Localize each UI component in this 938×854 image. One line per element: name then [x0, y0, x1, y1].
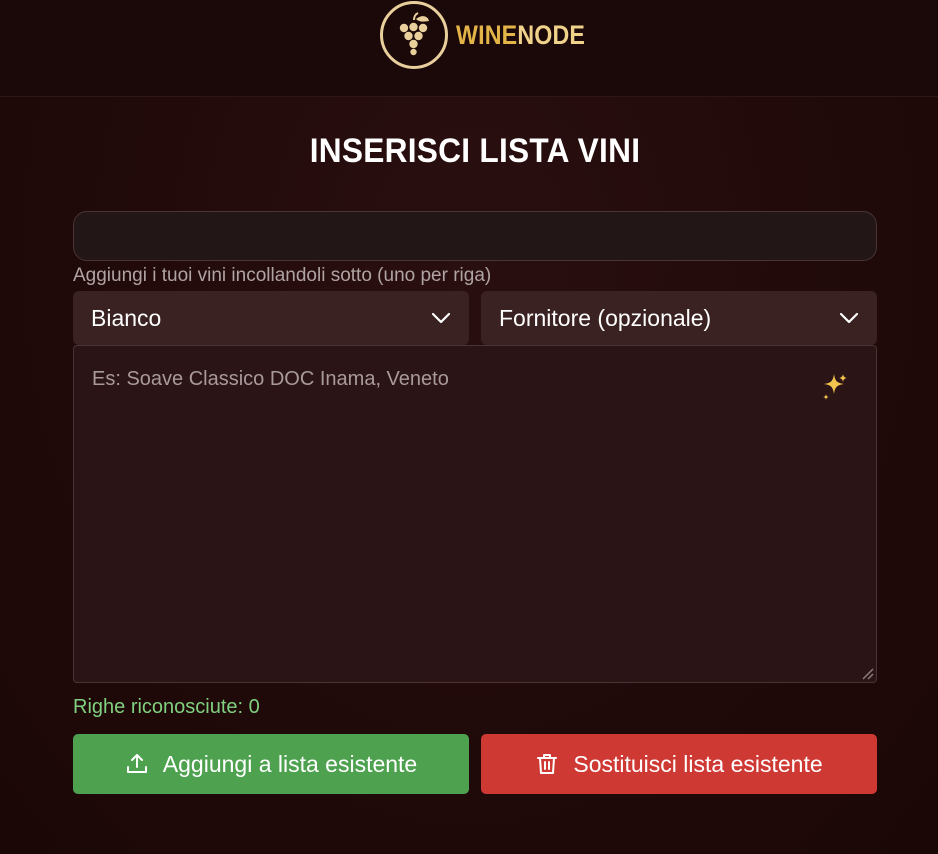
recognized-lines-count: Righe riconosciute: 0 — [73, 696, 260, 718]
resize-handle-icon[interactable] — [860, 666, 874, 680]
sparkle-icon[interactable] — [820, 370, 850, 404]
wines-textarea[interactable] — [74, 346, 876, 682]
paste-hint: Aggiungi i tuoi vini incollandoli sotto … — [73, 265, 492, 286]
brand-name-part2: NODE — [517, 19, 586, 50]
top-header: WINENODE — [0, 0, 938, 97]
replace-button-label: Sostituisci lista esistente — [573, 750, 823, 777]
brand-name-part1: WINE — [456, 19, 518, 50]
brand-logo[interactable]: WINENODE — [380, 0, 606, 70]
upload-icon — [125, 752, 149, 776]
chevron-down-icon — [839, 308, 859, 328]
replace-list-button[interactable]: Sostituisci lista esistente — [481, 734, 877, 794]
supplier-select[interactable]: Fornitore (opzionale) — [481, 291, 877, 345]
grapes-icon — [380, 0, 448, 69]
add-button-label: Aggiungi a lista esistente — [162, 750, 418, 777]
trash-icon — [535, 752, 559, 776]
list-name-input[interactable] — [73, 211, 877, 261]
supplier-value: Fornitore (opzionale) — [499, 304, 712, 331]
wine-type-select[interactable]: Bianco — [73, 291, 469, 345]
chevron-down-icon — [431, 308, 451, 328]
brand-name: WINENODE — [456, 20, 585, 51]
add-to-existing-list-button[interactable]: Aggiungi a lista esistente — [73, 734, 469, 794]
wine-type-value: Bianco — [91, 304, 162, 331]
page-title: INSERISCI LISTA VINI — [309, 132, 641, 170]
wines-textarea-container — [73, 345, 877, 683]
